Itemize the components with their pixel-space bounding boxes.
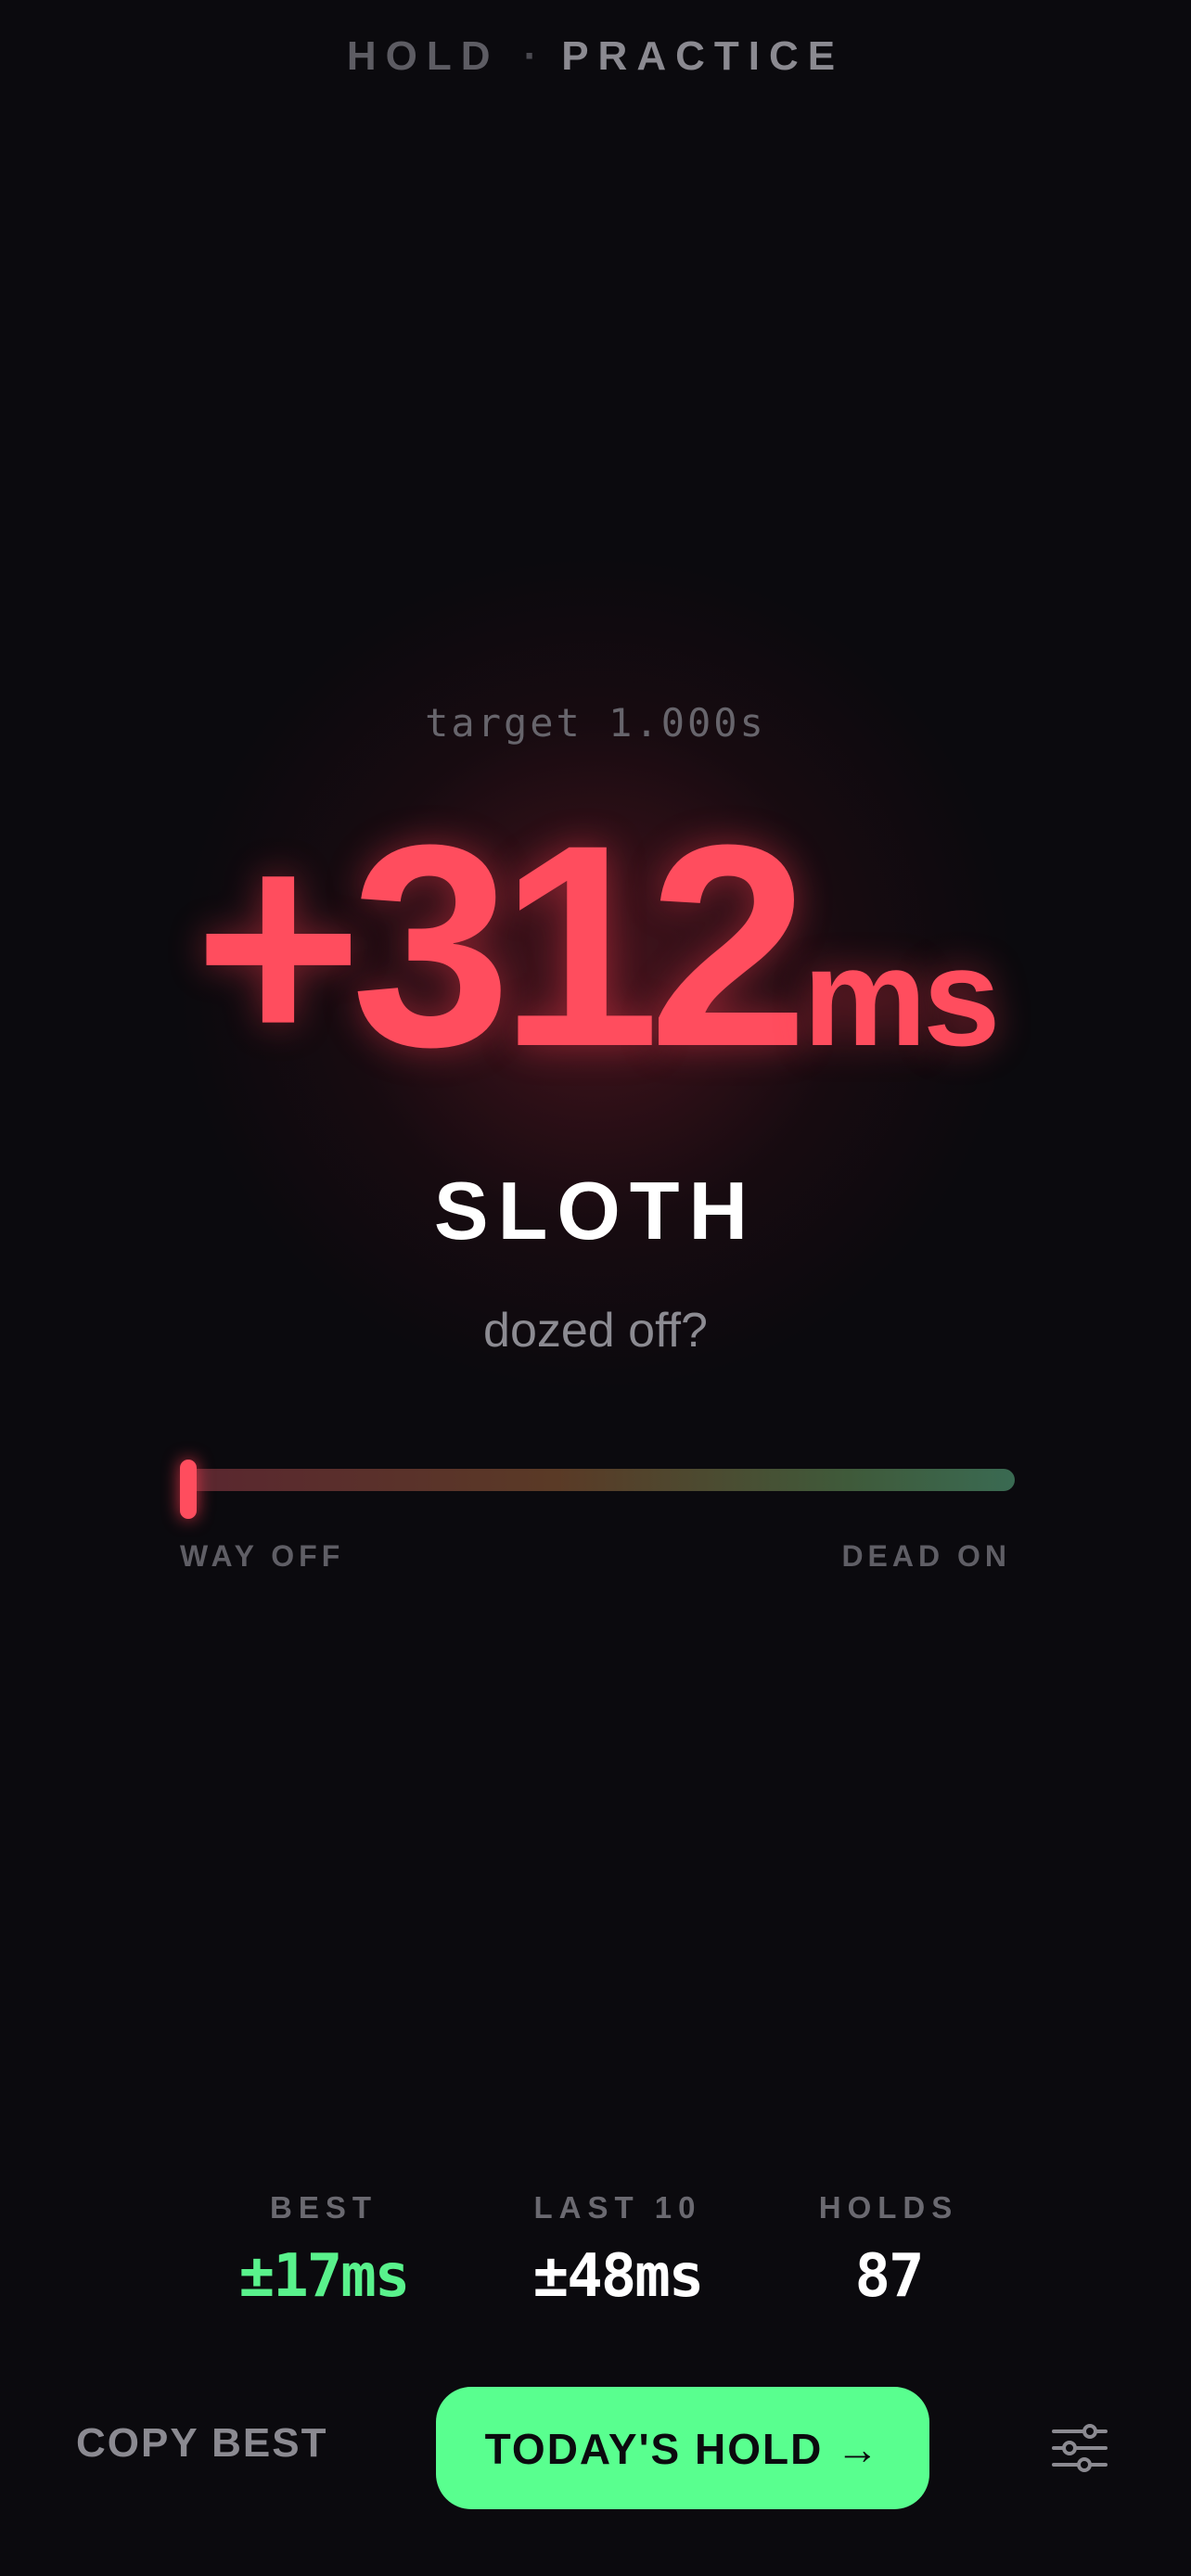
todays-hold-label: TODAY'S HOLD xyxy=(484,2425,824,2473)
result-delta-unit: ms xyxy=(802,919,1001,1075)
stat-last10-value: ±48ms xyxy=(532,2242,705,2311)
mode-header: HOLD · PRACTICE xyxy=(0,33,1191,80)
target-time: target 1.000s xyxy=(425,700,766,746)
stat-best: BEST ±17ms xyxy=(185,2190,463,2311)
bottom-action-bar: COPY BEST TODAY'S HOLD → xyxy=(0,2387,1191,2509)
meter-label-dead-on: DEAD ON xyxy=(841,1539,1011,1573)
stats-row: BEST ±17ms LAST 10 ±48ms HOLDS 87 xyxy=(0,2190,1191,2320)
stat-holds: HOLDS 87 xyxy=(749,2190,1028,2311)
arrow-right-icon: → xyxy=(836,2425,881,2473)
meter-label-way-off: WAY OFF xyxy=(180,1539,345,1573)
accuracy-marker xyxy=(180,1460,197,1519)
result-delta: +312ms xyxy=(0,802,1191,1090)
mode-practice[interactable]: PRACTICE xyxy=(561,33,844,79)
stat-best-label: BEST xyxy=(269,2190,378,2225)
copy-best-button[interactable]: COPY BEST xyxy=(76,2420,327,2467)
todays-hold-button[interactable]: TODAY'S HOLD → xyxy=(436,2387,929,2509)
sliders-icon-svg xyxy=(1052,2424,1108,2472)
stat-best-value: ±17ms xyxy=(238,2242,411,2311)
accuracy-meter xyxy=(180,1460,1015,1519)
stat-last10: LAST 10 ±48ms xyxy=(479,2190,757,2311)
mode-hold[interactable]: HOLD xyxy=(347,33,500,79)
mode-separator: · xyxy=(523,33,538,79)
rank-quip: dozed off? xyxy=(483,1304,708,1358)
stat-holds-value: 87 xyxy=(854,2242,924,2311)
rank-title: SLOTH xyxy=(433,1165,758,1256)
sliders-icon[interactable] xyxy=(1051,2424,1108,2472)
result-delta-value: +312 xyxy=(194,784,808,1106)
stat-holds-label: HOLDS xyxy=(818,2190,959,2225)
stat-last10-label: LAST 10 xyxy=(533,2190,702,2225)
